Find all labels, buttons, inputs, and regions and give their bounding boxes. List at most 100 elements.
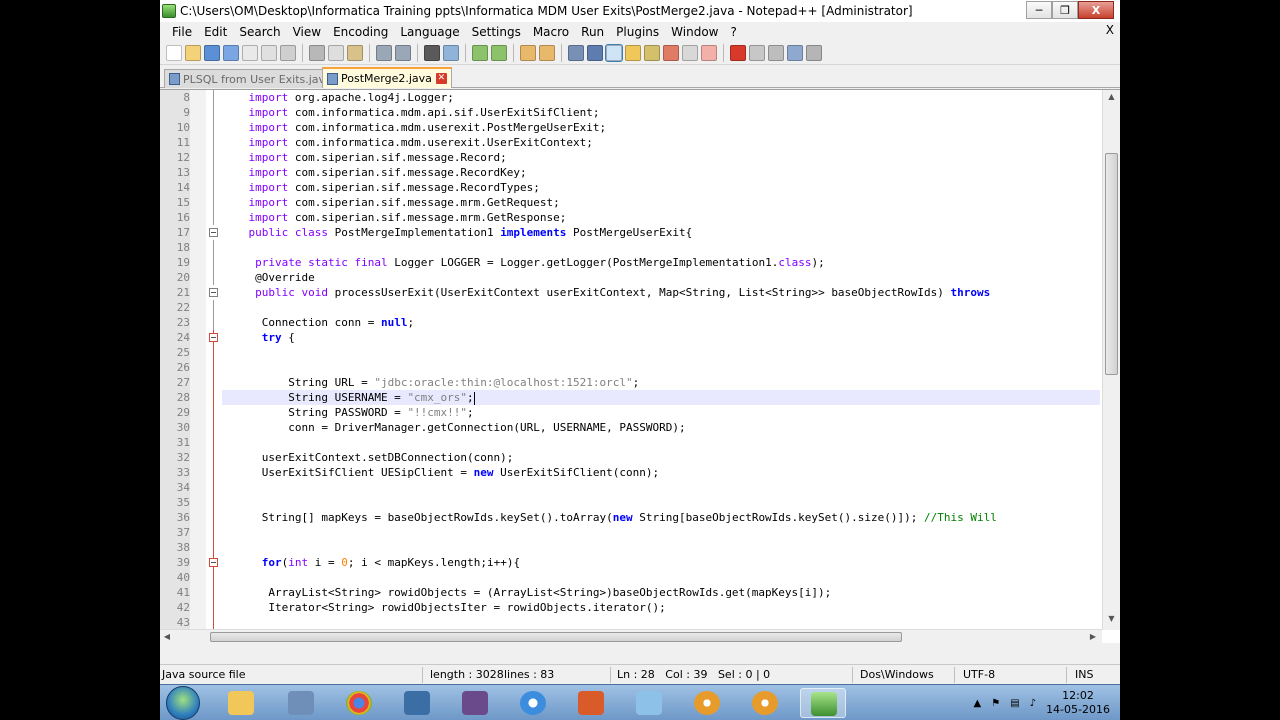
close-icon[interactable] — [242, 44, 258, 61]
menu-window[interactable]: Window — [665, 25, 724, 39]
code-line[interactable]: 33 UserExitSifClient UESipClient = new U… — [160, 465, 1120, 480]
fold-margin[interactable] — [208, 120, 222, 135]
bookmark-margin[interactable] — [190, 435, 206, 450]
minimize-button[interactable]: ─ — [1026, 1, 1052, 19]
scroll-up-icon[interactable]: ▲ — [1105, 92, 1118, 106]
bookmark-margin[interactable] — [190, 390, 206, 405]
run-macro-multiple-icon[interactable] — [787, 44, 803, 61]
bookmark-margin[interactable] — [190, 105, 206, 120]
bookmark-margin[interactable] — [190, 285, 206, 300]
menu-macro[interactable]: Macro — [527, 25, 575, 39]
bookmark-margin[interactable] — [190, 495, 206, 510]
fold-margin[interactable] — [208, 570, 222, 585]
tab-close-icon[interactable]: ✕ — [435, 73, 447, 84]
code-line[interactable]: 30 conn = DriverManager.getConnection(UR… — [160, 420, 1120, 435]
scroll-down-icon[interactable]: ▼ — [1105, 614, 1118, 628]
vertical-scroll-thumb[interactable] — [1105, 153, 1118, 375]
redo-icon[interactable] — [395, 44, 411, 61]
bookmark-margin[interactable] — [190, 600, 206, 615]
menu-language[interactable]: Language — [394, 25, 465, 39]
code-line[interactable]: 13 import com.siperian.sif.message.Recor… — [160, 165, 1120, 180]
taskbar-chrome[interactable] — [336, 688, 382, 718]
show-all-chars-icon[interactable] — [587, 44, 603, 61]
bookmark-margin[interactable] — [190, 330, 206, 345]
code-line[interactable]: 29 String PASSWORD = "!!cmx!!"; — [160, 405, 1120, 420]
code-line[interactable]: 9 import com.informatica.mdm.api.sif.Use… — [160, 105, 1120, 120]
fold-margin[interactable] — [208, 510, 222, 525]
clock[interactable]: 12:02 14-05-2016 — [1046, 689, 1110, 717]
open-file-icon[interactable] — [185, 44, 201, 61]
word-wrap-icon[interactable] — [568, 44, 584, 61]
replace-icon[interactable] — [443, 44, 459, 61]
code-line[interactable]: 25 — [160, 345, 1120, 360]
menu-file[interactable]: File — [166, 25, 198, 39]
undo-icon[interactable] — [376, 44, 392, 61]
fold-margin[interactable] — [208, 285, 222, 300]
taskbar-mdm[interactable] — [394, 688, 440, 718]
code-line[interactable]: 14 import com.siperian.sif.message.Recor… — [160, 180, 1120, 195]
fold-margin[interactable] — [208, 90, 222, 105]
taskbar-computer[interactable] — [278, 688, 324, 718]
code-line[interactable]: 20 @Override — [160, 270, 1120, 285]
bookmark-margin[interactable] — [190, 150, 206, 165]
code-line[interactable]: 24 try { — [160, 330, 1120, 345]
code-line[interactable]: 32 userExitContext.setDBConnection(conn)… — [160, 450, 1120, 465]
fold-margin[interactable] — [208, 375, 222, 390]
taskbar-informatica-1[interactable] — [684, 688, 730, 718]
fold-margin[interactable] — [208, 540, 222, 555]
taskbar-javaee[interactable] — [452, 688, 498, 718]
taskbar-powerpoint[interactable] — [568, 688, 614, 718]
fold-margin[interactable] — [208, 315, 222, 330]
menu-encoding[interactable]: Encoding — [327, 25, 394, 39]
fold-margin[interactable] — [208, 270, 222, 285]
bookmark-margin[interactable] — [190, 270, 206, 285]
vertical-scrollbar[interactable]: ▲ ▼ — [1102, 90, 1120, 630]
code-line[interactable]: 43 — [160, 615, 1120, 630]
bookmark-margin[interactable] — [190, 405, 206, 420]
code-line[interactable]: 15 import com.siperian.sif.message.mrm.G… — [160, 195, 1120, 210]
udl-icon[interactable] — [625, 44, 641, 61]
record-macro-icon[interactable] — [730, 44, 746, 61]
find-icon[interactable] — [424, 44, 440, 61]
bookmark-margin[interactable] — [190, 510, 206, 525]
fold-margin[interactable] — [208, 555, 222, 570]
code-line[interactable]: 38 — [160, 540, 1120, 555]
fold-margin[interactable] — [208, 225, 222, 240]
fold-margin[interactable] — [208, 405, 222, 420]
tray-flag-icon[interactable]: ⚑ — [991, 698, 1000, 709]
taskbar-informatica-2[interactable] — [742, 688, 788, 718]
bookmark-margin[interactable] — [190, 540, 206, 555]
scroll-right-icon[interactable]: ▶ — [1086, 630, 1100, 643]
bookmark-margin[interactable] — [190, 135, 206, 150]
fold-margin[interactable] — [208, 195, 222, 210]
bookmark-margin[interactable] — [190, 450, 206, 465]
fold-margin[interactable] — [208, 105, 222, 120]
taskbar-app-circles[interactable] — [510, 688, 556, 718]
tab-postmerge2[interactable]: PostMerge2.java ✕ — [322, 67, 452, 88]
horizontal-scrollbar[interactable]: ◀ ▶ — [160, 629, 1102, 643]
scroll-left-icon[interactable]: ◀ — [160, 630, 174, 643]
close-button[interactable]: X — [1078, 1, 1114, 19]
fold-margin[interactable] — [208, 150, 222, 165]
save-icon[interactable] — [204, 44, 220, 61]
code-line[interactable]: 12 import com.siperian.sif.message.Recor… — [160, 150, 1120, 165]
bookmark-margin[interactable] — [190, 360, 206, 375]
save-macro-icon[interactable] — [806, 44, 822, 61]
bookmark-margin[interactable] — [190, 240, 206, 255]
fold-margin[interactable] — [208, 360, 222, 375]
sync-vertical-icon[interactable] — [520, 44, 536, 61]
bookmark-margin[interactable] — [190, 165, 206, 180]
folder-workspace-icon[interactable] — [682, 44, 698, 61]
horizontal-scroll-thumb[interactable] — [210, 632, 902, 642]
code-line[interactable]: 18 — [160, 240, 1120, 255]
menu-help[interactable]: ? — [724, 25, 742, 39]
bookmark-margin[interactable] — [190, 255, 206, 270]
taskbar-notes[interactable] — [626, 688, 672, 718]
copy-icon[interactable] — [328, 44, 344, 61]
bookmark-margin[interactable] — [190, 195, 206, 210]
paste-icon[interactable] — [347, 44, 363, 61]
play-macro-icon[interactable] — [768, 44, 784, 61]
zoom-out-icon[interactable] — [491, 44, 507, 61]
close-all-icon[interactable] — [261, 44, 277, 61]
code-line[interactable]: 40 — [160, 570, 1120, 585]
